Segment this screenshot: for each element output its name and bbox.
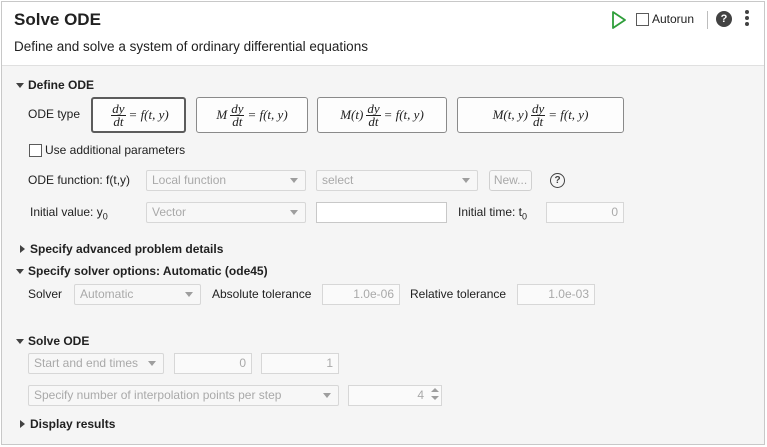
ode-type-rhs: = f(t, y): [247, 107, 288, 122]
spinner-icon[interactable]: [431, 388, 439, 400]
ode-type-mass-button[interactable]: M dy dt = f(t, y): [196, 97, 308, 133]
chevron-down-icon: [323, 393, 331, 398]
new-function-button[interactable]: New...: [489, 170, 532, 191]
time-mode-value: Start and end times: [34, 356, 139, 370]
interp-mode-dropdown[interactable]: Specify number of interpolation points p…: [28, 385, 339, 406]
solver-options-section-toggle[interactable]: Specify solver options: Automatic (ode45…: [16, 264, 268, 278]
chevron-down-icon: [148, 361, 156, 366]
ode-type-prefix: M(t, y): [492, 107, 528, 122]
use-params-option[interactable]: Use additional parameters: [29, 143, 185, 157]
solver-dropdown[interactable]: Automatic: [74, 284, 201, 305]
ode-fraction: dy dt: [366, 100, 381, 129]
interp-mode-value: Specify number of interpolation points p…: [34, 388, 282, 402]
ode-function-select-dropdown[interactable]: select: [316, 170, 478, 191]
ode-function-select-value: select: [322, 173, 354, 187]
live-task-panel: Solve ODE Define and solve a system of o…: [1, 1, 765, 445]
ode-type-rhs: = f(t, y): [128, 107, 169, 122]
end-time-field[interactable]: 1: [261, 353, 339, 374]
initial-time-field[interactable]: 0: [546, 202, 624, 223]
question-icon[interactable]: ?: [550, 173, 565, 188]
display-results-section-label: Display results: [30, 417, 116, 431]
ode-type-label: ODE type: [28, 107, 81, 121]
ode-type-time-mass-button[interactable]: M(t) dy dt = f(t, y): [317, 97, 447, 133]
task-header: Solve ODE Define and solve a system of o…: [2, 2, 764, 66]
help-icon[interactable]: ?: [716, 11, 732, 27]
ode-fraction: dy dt: [230, 100, 245, 129]
rel-tol-label: Relative tolerance: [410, 287, 507, 301]
initial-value-label: Initial value: y0: [30, 205, 108, 222]
chevron-down-icon: [16, 268, 24, 274]
run-icon[interactable]: [611, 11, 627, 29]
solver-value: Automatic: [80, 287, 134, 301]
task-title: Solve ODE: [14, 10, 101, 29]
advanced-section-label: Specify advanced problem details: [30, 242, 224, 256]
chevron-right-icon: [20, 420, 25, 428]
ode-type-state-mass-button[interactable]: M(t, y) dy dt = f(t, y): [457, 97, 624, 133]
ode-type-rhs: = f(t, y): [383, 107, 424, 122]
ode-fraction: dy dt: [111, 100, 126, 129]
chevron-down-icon: [290, 210, 298, 215]
use-params-label: Use additional parameters: [45, 143, 186, 157]
ode-type-rhs: = f(t, y): [548, 107, 589, 122]
interp-points-value: 4: [417, 388, 424, 402]
autorun-toggle[interactable]: Autorun: [636, 12, 694, 26]
define-ode-section-label: Define ODE: [28, 78, 95, 92]
solve-section-label: Solve ODE: [28, 334, 90, 348]
abs-tol-label: Absolute tolerance: [212, 287, 312, 301]
display-results-section-toggle[interactable]: Display results: [18, 417, 115, 431]
chevron-down-icon: [16, 338, 24, 344]
ode-fraction: dy dt: [530, 100, 546, 129]
initial-value-value: Vector: [152, 205, 187, 219]
solver-label: Solver: [28, 287, 63, 301]
start-time-field[interactable]: 0: [174, 353, 252, 374]
advanced-section-toggle[interactable]: Specify advanced problem details: [18, 242, 223, 256]
ode-function-dropdown[interactable]: Local function: [146, 170, 306, 191]
autorun-label: Autorun: [652, 12, 695, 26]
solver-options-section-label: Specify solver options: Automatic (ode45…: [28, 264, 268, 278]
time-mode-dropdown[interactable]: Start and end times: [28, 353, 164, 374]
ode-function-value: Local function: [152, 173, 227, 187]
chevron-down-icon: [16, 82, 24, 88]
chevron-down-icon: [290, 178, 298, 183]
interp-points-field[interactable]: 4: [348, 385, 442, 406]
header-divider: [707, 11, 708, 29]
ode-function-label: ODE function: f(t,y): [28, 173, 131, 187]
use-params-checkbox[interactable]: [29, 143, 42, 157]
ode-type-prefix: M: [216, 107, 228, 122]
chevron-down-icon: [462, 178, 470, 183]
initial-value-field[interactable]: [316, 202, 447, 223]
abs-tol-field[interactable]: 1.0e-06: [322, 284, 400, 305]
define-ode-section-toggle[interactable]: Define ODE: [16, 78, 94, 92]
ode-type-prefix: M(t): [340, 107, 364, 122]
initial-time-label: Initial time: t0: [458, 205, 528, 222]
rel-tol-field[interactable]: 1.0e-03: [517, 284, 595, 305]
more-options-icon[interactable]: [744, 10, 750, 28]
chevron-down-icon: [185, 292, 193, 297]
solve-section-toggle[interactable]: Solve ODE: [16, 334, 89, 348]
ode-type-explicit-button[interactable]: dy dt = f(t, y): [91, 97, 186, 133]
autorun-checkbox[interactable]: [636, 12, 649, 26]
initial-value-dropdown[interactable]: Vector: [146, 202, 306, 223]
task-subtitle: Define and solve a system of ordinary di…: [14, 39, 368, 54]
chevron-right-icon: [20, 245, 25, 253]
